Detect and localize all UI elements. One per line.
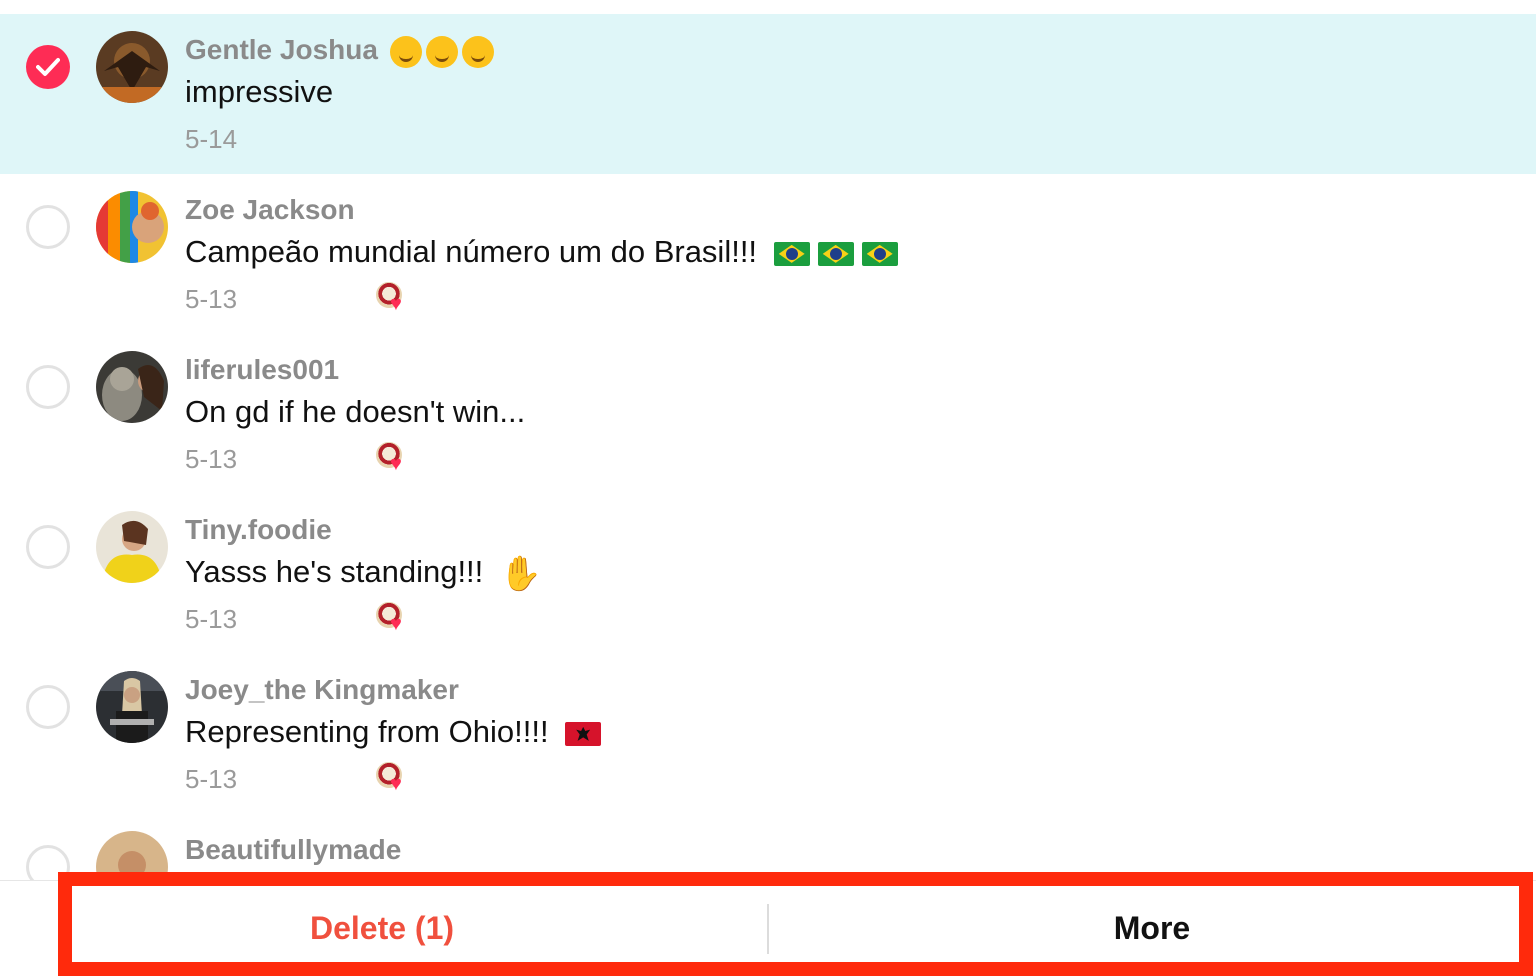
comment-date: 5-14 [185,124,238,154]
comment-row[interactable]: Zoe Jackson Campeão mundial número um do… [0,174,1536,334]
comment-text: impressive [185,74,334,109]
comment-date: 5-13 [185,284,238,314]
avatar[interactable] [96,831,168,880]
select-checkbox[interactable] [26,365,70,409]
avatar[interactable] [96,351,168,423]
commenter-name[interactable]: Zoe Jackson [185,194,355,226]
avatar[interactable] [96,671,168,743]
comment-row[interactable]: Joey_the Kingmaker Representing from Ohi… [0,654,1536,814]
avatar[interactable] [96,511,168,583]
avatar[interactable] [96,31,168,103]
delete-button[interactable]: Delete (1) [72,890,692,966]
comment-date: 5-13 [185,764,238,794]
commenter-name[interactable]: liferules001 [185,354,339,386]
commenter-name[interactable]: Beautifullymade [185,834,401,866]
comment-row[interactable]: Gentle Joshua impressive 5-14 [0,14,1536,174]
brazil-flag-icon [817,241,854,266]
select-checkbox[interactable] [26,205,70,249]
comment-date: 5-13 [185,604,238,634]
brazil-flag-icon [861,241,898,266]
comment-text: On gd if he doesn't win... [185,394,526,429]
hug-emoji-icon [425,35,458,68]
albania-flag-icon [565,721,602,746]
brazil-flag-icon [773,241,810,266]
select-checkbox[interactable] [26,685,70,729]
creator-liked-badge: ♥ [374,600,414,636]
hug-emoji-icon [461,35,494,68]
comment-list: Gentle Joshua impressive 5-14 Zoe Jackso… [0,14,1536,880]
comment-row[interactable]: Tiny.foodie Yasss he's standing!!! ✋ 5-1… [0,494,1536,654]
relieved-emoji-icon [389,35,422,68]
heart-icon: ♥ [390,293,402,315]
commenter-name[interactable]: Gentle Joshua [185,34,494,68]
heart-icon: ♥ [390,773,402,795]
comment-row[interactable]: Beautifullymade [0,814,1536,880]
comment-row[interactable]: liferules001 On gd if he doesn't win... … [0,334,1536,494]
avatar[interactable] [96,191,168,263]
comment-date: 5-13 [185,444,238,474]
select-checkbox[interactable] [26,845,70,880]
more-button[interactable]: More [770,890,1534,966]
heart-icon: ♥ [390,453,402,475]
action-divider [767,904,769,954]
check-icon [36,58,60,76]
heart-icon: ♥ [390,613,402,635]
pray-emoji-icon: ✋ [499,555,543,593]
select-checkbox[interactable] [26,45,70,89]
creator-liked-badge: ♥ [374,440,414,476]
select-checkbox[interactable] [26,525,70,569]
commenter-name[interactable]: Joey_the Kingmaker [185,674,459,706]
comment-text: Yasss he's standing!!! ✋ [185,554,543,593]
comment-text: Campeão mundial número um do Brasil!!! [185,234,898,270]
creator-liked-badge: ♥ [374,280,414,316]
comment-text: Representing from Ohio!!!! [185,714,602,750]
creator-liked-badge: ♥ [374,760,414,796]
commenter-name[interactable]: Tiny.foodie [185,514,332,546]
